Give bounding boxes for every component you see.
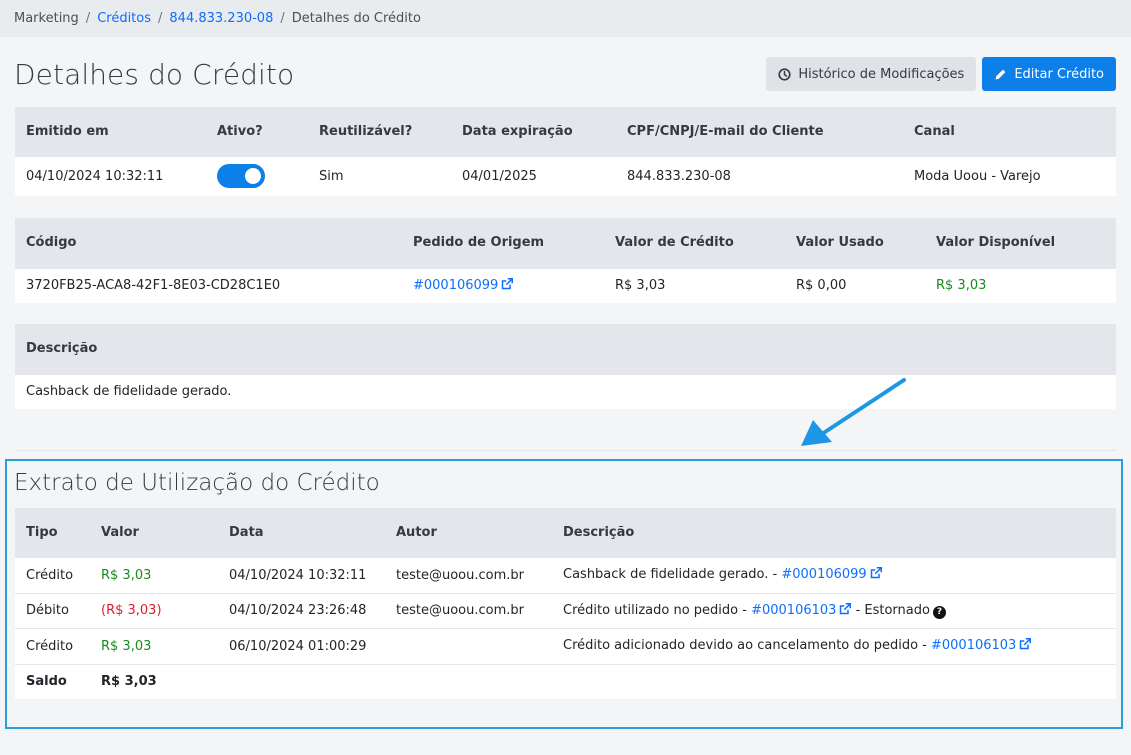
pedido-link[interactable]: #000106103 [931, 638, 1032, 654]
section-divider [15, 450, 1116, 451]
col-codigo: Código [15, 218, 402, 268]
tipo-value: Débito [15, 592, 90, 628]
canal-value: Moda Uoou - Varejo [903, 155, 1116, 196]
valor-value: R$ 3,03 [90, 556, 218, 593]
table-row: Crédito R$ 3,03 06/10/2024 01:00:29 Créd… [15, 627, 1116, 664]
data-value: 04/10/2024 23:26:48 [218, 592, 385, 628]
descricao-text: Crédito adicionado devido ao cancelament… [563, 638, 931, 653]
saldo-value: R$ 3,03 [90, 663, 218, 699]
cliente-value: 844.833.230-08 [616, 155, 903, 196]
breadcrumb-creditos-link[interactable]: Créditos [97, 11, 151, 26]
descricao-text: Crédito utilizado no pedido - [563, 602, 752, 618]
descricao-cell: Crédito utilizado no pedido - #000106103… [552, 592, 1116, 628]
history-button[interactable]: Histórico de Modificações [766, 57, 977, 91]
col-valor-usado: Valor Usado [785, 218, 925, 268]
valor-value: R$ 3,03 [90, 627, 218, 664]
pedido-label: #000106099 [781, 567, 867, 582]
descricao-cell: Cashback de fidelidade gerado. - #000106… [552, 556, 1116, 593]
breadcrumb-separator: / [85, 11, 91, 26]
col-ativo: Ativo? [206, 107, 308, 156]
valor-value: (R$ 3,03) [90, 592, 218, 628]
breadcrumb: Marketing / Créditos / 844.833.230-08 / … [0, 0, 1131, 37]
external-link-icon [1019, 638, 1032, 654]
description-table: Descrição Cashback de fidelidade gerado. [15, 324, 1116, 409]
pedido-link[interactable]: #000106099 [781, 567, 882, 583]
extrato-title: Extrato de Utilização do Crédito [14, 470, 380, 496]
col-reutilizavel: Reutilizável? [308, 107, 451, 156]
data-value: 04/10/2024 10:32:11 [218, 556, 385, 593]
question-icon[interactable]: ? [932, 605, 946, 619]
descricao-cell: Crédito adicionado devido ao cancelament… [552, 627, 1116, 664]
pencil-icon [994, 68, 1007, 81]
col-autor: Autor [385, 508, 552, 557]
col-cliente: CPF/CNPJ/E-mail do Cliente [616, 107, 903, 156]
credit-code-table: Código Pedido de Origem Valor de Crédito… [15, 218, 1116, 303]
table-row: Débito (R$ 3,03) 04/10/2024 23:26:48 tes… [15, 592, 1116, 628]
tipo-value: Crédito [15, 627, 90, 664]
saldo-row: Saldo R$ 3,03 [15, 663, 1116, 699]
autor-value [385, 627, 552, 664]
expiracao-value: 04/01/2025 [451, 155, 616, 196]
codigo-value: 3720FB25-ACA8-42F1-8E03-CD28C1E0 [15, 267, 402, 303]
col-descricao: Descrição [15, 324, 1116, 374]
arrow-annotation [801, 378, 906, 446]
history-button-label: Histórico de Modificações [798, 66, 965, 82]
page-header: Detalhes do Crédito Histórico de Modific… [14, 56, 1116, 92]
col-emitido: Emitido em [15, 107, 206, 156]
table-row: 04/10/2024 10:32:11 Sim 04/01/2025 844.8… [15, 155, 1116, 196]
col-tipo: Tipo [15, 508, 90, 557]
descricao-value: Cashback de fidelidade gerado. [15, 373, 1116, 409]
emitido-value: 04/10/2024 10:32:11 [15, 155, 206, 196]
valor-usado-value: R$ 0,00 [785, 267, 925, 303]
autor-value: teste@uoou.com.br [385, 592, 552, 628]
page-title: Detalhes do Crédito [14, 57, 295, 91]
col-pedido-origem: Pedido de Origem [402, 218, 604, 268]
breadcrumb-separator: / [280, 11, 285, 26]
active-toggle[interactable] [217, 164, 265, 189]
extrato-table: Tipo Valor Data Autor Descrição Crédito … [15, 508, 1116, 699]
breadcrumb-cliente-link[interactable]: 844.833.230-08 [169, 11, 273, 26]
breadcrumb-current: Detalhes do Crédito [291, 11, 421, 26]
breadcrumb-separator: / [158, 11, 163, 26]
breadcrumb-marketing: Marketing [14, 11, 79, 26]
autor-value: teste@uoou.com.br [385, 556, 552, 593]
valor-disponivel-value: R$ 3,03 [925, 267, 1116, 303]
external-link-icon [870, 567, 882, 583]
col-data: Data [218, 508, 385, 557]
data-value: 06/10/2024 01:00:29 [218, 627, 385, 664]
col-valor: Valor [90, 508, 218, 557]
col-canal: Canal [903, 107, 1116, 156]
credit-info-table: Emitido em Ativo? Reutilizável? Data exp… [15, 107, 1116, 196]
valor-credito-value: R$ 3,03 [604, 267, 785, 303]
empty-cell [552, 663, 1116, 699]
pedido-link[interactable]: #000106103 [751, 602, 852, 619]
pedido-origem-cell: #000106099 [402, 267, 604, 303]
edit-credit-button[interactable]: Editar Crédito [982, 57, 1116, 91]
saldo-label: Saldo [15, 663, 90, 699]
header-actions: Histórico de Modificações Editar Crédito [766, 57, 1116, 91]
edit-credit-button-label: Editar Crédito [1014, 66, 1104, 82]
table-row: Cashback de fidelidade gerado. [15, 373, 1116, 409]
external-link-icon [839, 602, 852, 619]
table-row: Crédito R$ 3,03 04/10/2024 10:32:11 test… [15, 556, 1116, 593]
ativo-cell [206, 155, 308, 196]
external-link-icon [501, 277, 514, 294]
estornado-text: - Estornado [851, 602, 930, 618]
pedido-origem-label: #000106099 [413, 277, 499, 293]
pedido-label: #000106103 [751, 602, 837, 618]
table-row: 3720FB25-ACA8-42F1-8E03-CD28C1E0 #000106… [15, 267, 1116, 303]
col-valor-disponivel: Valor Disponível [925, 218, 1116, 268]
pedido-label: #000106103 [931, 638, 1017, 653]
col-descricao-extrato: Descrição [552, 508, 1116, 557]
col-expiracao: Data expiração [451, 107, 616, 156]
pedido-origem-link[interactable]: #000106099 [413, 277, 514, 294]
tipo-value: Crédito [15, 556, 90, 593]
empty-cell [385, 663, 552, 699]
reutilizavel-value: Sim [308, 155, 451, 196]
clock-icon [778, 67, 791, 81]
empty-cell [218, 663, 385, 699]
descricao-text: Cashback de fidelidade gerado. - [563, 567, 782, 582]
col-valor-credito: Valor de Crédito [604, 218, 785, 268]
